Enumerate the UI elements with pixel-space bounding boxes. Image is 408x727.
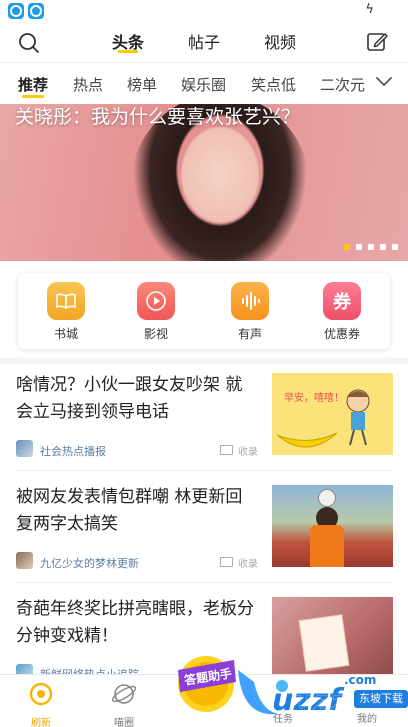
folder-icon[interactable] [220, 445, 233, 455]
quick-entry-label: 影视 [143, 327, 168, 341]
charging-icon: ϟ [365, 2, 374, 17]
top-bar: 头条 帖子 视频 [0, 22, 408, 62]
category-tabs: 推荐 热点 榜单 娱乐圈 笑点低 二次元 [0, 62, 408, 104]
carousel-indicator [344, 244, 398, 250]
coupon-icon: 券 [323, 282, 361, 320]
news-thumbnail[interactable]: 早安，嘻嘻！ [272, 373, 393, 455]
source-avatar[interactable] [16, 552, 33, 569]
quick-entry-coupon[interactable]: 券 优惠券 [312, 282, 372, 342]
nav-meow-circle[interactable]: 喵圈 [99, 681, 149, 727]
news-source[interactable]: 社会热点播报 [40, 443, 106, 459]
carousel-dot [356, 244, 362, 250]
news-thumbnail[interactable] [272, 485, 393, 567]
person-image [310, 525, 344, 567]
news-source[interactable]: 九亿少女的梦林更新 [40, 555, 139, 571]
app-notification-icon [8, 3, 24, 19]
carousel-dot [344, 244, 350, 250]
play-icon [137, 282, 175, 320]
category-tab-funny[interactable]: 笑点低 [251, 74, 296, 95]
news-title[interactable]: 啥情况？小伙一跟女友吵架 就会立马接到领导电话 [16, 372, 258, 426]
banana-image [276, 432, 338, 448]
quick-entry-audio[interactable]: 有声 [220, 282, 280, 342]
banner-title[interactable]: 关晓彤：我为什么要喜欢张艺兴？ [15, 102, 375, 129]
nav-label: 刷新 [31, 718, 51, 727]
edit-icon[interactable] [366, 31, 388, 53]
category-tab-recommend[interactable]: 推荐 [18, 74, 48, 95]
collect-button[interactable]: 收录 [238, 443, 258, 458]
carousel-dot [392, 244, 398, 250]
book-icon [47, 282, 85, 320]
chevron-down-icon[interactable] [375, 75, 393, 89]
watermark-caption: 东坡下载 [354, 690, 408, 708]
category-tab-entertainment[interactable]: 娱乐圈 [181, 74, 226, 95]
category-tab-hot[interactable]: 热点 [73, 74, 103, 95]
quick-entry-label: 优惠券 [323, 327, 360, 341]
quick-entry-label: 书城 [53, 327, 78, 341]
audio-wave-icon [231, 282, 269, 320]
tab-videos[interactable]: 视频 [264, 31, 296, 55]
planet-icon [111, 684, 137, 704]
quiz-helper-button[interactable]: 答题助手 [172, 648, 240, 714]
active-tab-indicator [118, 50, 138, 53]
news-title[interactable]: 被网友发表情包群嘲 林更新回复两字太搞笑 [16, 484, 258, 538]
carousel-dot [380, 244, 386, 250]
active-category-indicator [22, 95, 44, 98]
section-divider [0, 358, 408, 364]
carousel-dot [368, 244, 374, 250]
tab-posts[interactable]: 帖子 [188, 31, 220, 55]
svg-text:.com: .com [344, 673, 376, 687]
nav-label: 喵圈 [114, 718, 134, 727]
news-divider [16, 470, 392, 471]
category-tab-ranking[interactable]: 榜单 [127, 74, 157, 95]
app-notification-icon [28, 3, 44, 19]
quick-entry-bookstore[interactable]: 书城 [36, 282, 96, 342]
folder-icon[interactable] [220, 557, 233, 567]
news-divider [16, 582, 392, 583]
collect-button[interactable]: 收录 [238, 555, 258, 570]
quick-entry-panel: 书城 影视 有声 券 优惠券 [18, 273, 390, 349]
watermark-logo: uzzf uzzf .com 东坡下载 [232, 660, 408, 724]
quick-entry-video[interactable]: 影视 [126, 282, 186, 342]
status-bar: ϟ [0, 0, 408, 22]
category-tab-anime[interactable]: 二次元 [320, 74, 365, 95]
news-title[interactable]: 奇葩年终奖比拼亮瞎眼，老板分分钟变戏精！ [16, 596, 258, 650]
football-image [318, 489, 336, 507]
source-avatar[interactable] [16, 440, 33, 457]
nav-refresh[interactable]: 刷新 [16, 681, 66, 727]
search-icon[interactable] [18, 32, 40, 54]
refresh-icon [29, 682, 53, 706]
quick-entry-label: 有声 [237, 327, 262, 341]
